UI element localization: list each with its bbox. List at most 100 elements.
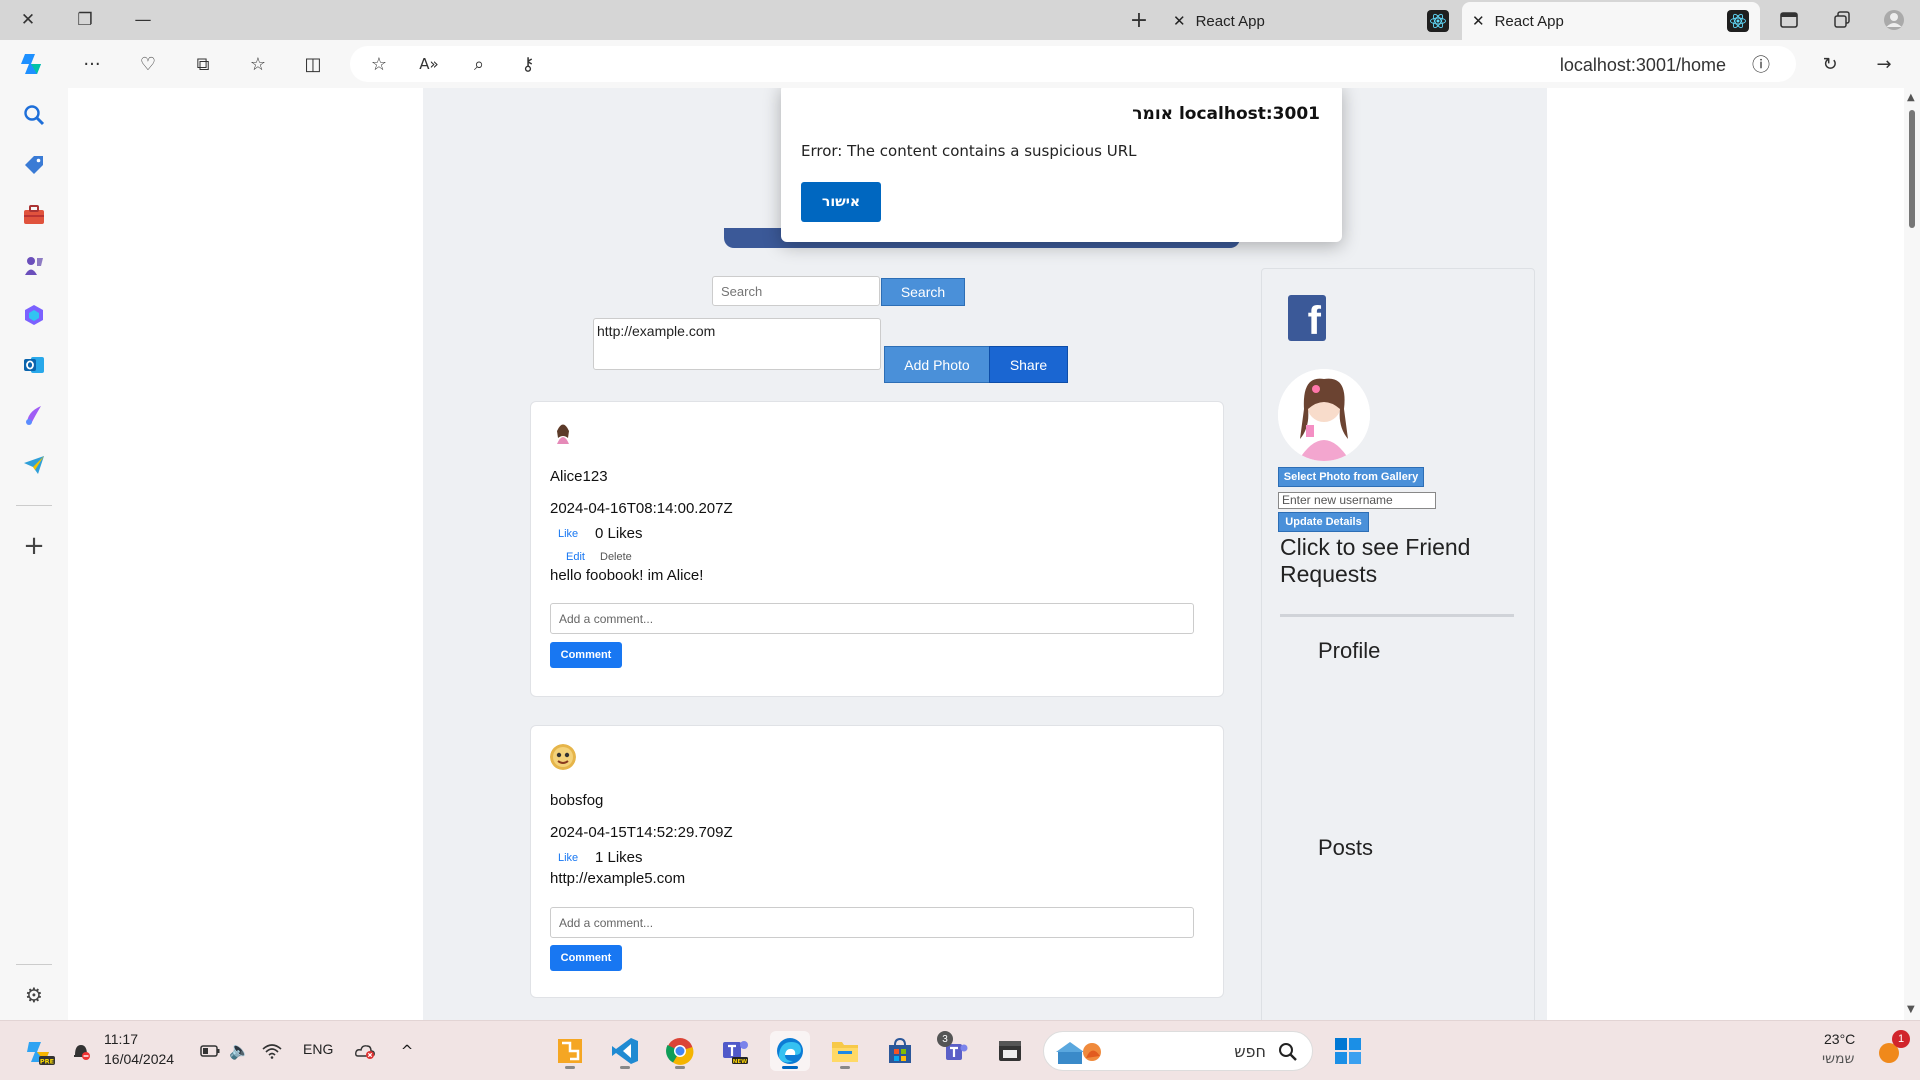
tools-briefcase-icon[interactable] <box>20 201 48 229</box>
post-username[interactable]: bobsfog <box>550 792 603 809</box>
weather-description[interactable]: שמשי <box>1822 1051 1854 1067</box>
comment-input[interactable]: Add a comment... <box>550 603 1194 634</box>
copilot-preview-icon[interactable]: PRE <box>20 1031 60 1071</box>
close-window-icon[interactable]: ✕ <box>13 5 43 35</box>
browser-tab-strip: ✕ ❐ — + ✕ React App ✕ React App <box>0 0 1920 40</box>
react-favicon-icon <box>1427 10 1449 32</box>
do-not-disturb-icon[interactable] <box>66 1031 96 1071</box>
outlook-icon[interactable] <box>20 351 48 379</box>
input-language[interactable]: ENG <box>303 1041 333 1057</box>
post-avatar[interactable] <box>550 744 576 770</box>
read-aloud-icon[interactable]: A» <box>414 49 444 79</box>
clock-time[interactable]: 11:17 <box>104 1031 138 1047</box>
edit-post-button[interactable]: Edit <box>566 551 585 563</box>
teams-notification-badge: 3 <box>937 1031 953 1047</box>
show-hidden-icons-chevron-icon[interactable]: ^ <box>394 1031 420 1071</box>
web-page: Search http://example.com Add Photo Shar… <box>68 88 1904 1020</box>
split-screen-icon[interactable] <box>1774 5 1804 35</box>
panel-divider <box>1280 614 1514 617</box>
vscode-app-icon[interactable] <box>605 1031 645 1071</box>
add-photo-button[interactable]: Add Photo <box>884 346 990 383</box>
notifications-icon[interactable]: 1 <box>1870 1030 1910 1071</box>
close-tab-icon[interactable]: ✕ <box>1173 12 1186 30</box>
facebook-logo-icon: f <box>1288 295 1326 341</box>
new-tab-icon[interactable]: + <box>1124 5 1154 35</box>
scroll-down-icon[interactable]: ▼ <box>1907 1004 1915 1015</box>
teams-app-icon[interactable]: 3 <box>935 1031 975 1071</box>
clock-date[interactable]: 16/04/2024 <box>104 1051 174 1067</box>
games-icon[interactable] <box>20 251 48 279</box>
forward-icon[interactable]: → <box>1869 49 1899 79</box>
app-active-indicator <box>782 1066 798 1069</box>
alert-ok-button[interactable]: אישור <box>801 182 881 222</box>
select-photo-gallery-button[interactable]: Select Photo from Gallery <box>1278 467 1424 487</box>
friend-requests-link[interactable]: Click to see Friend Requests <box>1280 534 1520 588</box>
split-view-icon[interactable]: ◫ <box>298 49 328 79</box>
browser-essentials-icon[interactable]: ♡ <box>133 49 163 79</box>
copilot-icon[interactable] <box>18 49 48 79</box>
comment-button[interactable]: Comment <box>550 945 622 971</box>
jetbrains-app-icon[interactable] <box>550 1031 590 1071</box>
new-username-input[interactable]: Enter new username <box>1278 492 1436 509</box>
search-input[interactable] <box>712 276 880 306</box>
alert-title: localhost:3001 אומר <box>1132 104 1320 124</box>
windows-start-icon[interactable] <box>1328 1031 1368 1071</box>
key-icon[interactable]: ⚷ <box>513 49 543 79</box>
volume-icon[interactable]: 🔈 <box>227 1031 253 1071</box>
add-favorite-icon[interactable]: ☆ <box>364 49 394 79</box>
file-explorer-app-icon[interactable] <box>825 1031 865 1071</box>
favorites-list-icon[interactable]: ☆ <box>243 49 273 79</box>
collections-icon[interactable] <box>1827 5 1857 35</box>
search-button[interactable]: Search <box>881 278 965 306</box>
telegram-send-icon[interactable] <box>20 451 48 479</box>
page-scrollbar[interactable]: ▲ ▼ <box>1904 88 1920 1020</box>
onedrive-error-icon[interactable] <box>353 1031 379 1071</box>
chrome-app-icon[interactable] <box>660 1031 700 1071</box>
profile-picture[interactable] <box>1278 369 1370 461</box>
edge-app-icon[interactable] <box>770 1031 810 1071</box>
update-details-button[interactable]: Update Details <box>1278 512 1369 532</box>
magnifier-icon <box>1279 1043 1297 1061</box>
battery-icon[interactable] <box>197 1031 223 1071</box>
weather-temperature[interactable]: 23°C <box>1824 1031 1855 1047</box>
profile-avatar-icon[interactable] <box>1879 5 1909 35</box>
post-avatar[interactable] <box>550 420 576 446</box>
address-bar[interactable]: ☆ A» ⌕ ⚷ localhost:3001/home ⓘ <box>350 46 1796 82</box>
teams-new-app-icon[interactable]: NEW <box>715 1031 755 1071</box>
app-running-indicator <box>565 1066 575 1069</box>
profile-heading[interactable]: Profile <box>1318 638 1380 664</box>
designer-icon[interactable] <box>20 401 48 429</box>
like-button[interactable]: Like <box>558 852 578 864</box>
delete-post-button[interactable]: Delete <box>600 551 632 563</box>
add-sidebar-app-icon[interactable]: + <box>20 531 48 561</box>
microsoft-store-app-icon[interactable] <box>880 1031 920 1071</box>
refresh-icon[interactable]: ↻ <box>1815 49 1845 79</box>
posts-heading[interactable]: Posts <box>1318 835 1373 861</box>
tab-actions-icon[interactable]: ❐ <box>70 5 100 35</box>
settings-gear-icon[interactable]: ⚙ <box>20 981 48 1009</box>
comment-button[interactable]: Comment <box>550 642 622 668</box>
post-content: hello foobook! im Alice! <box>550 567 704 584</box>
tab-react-app-1[interactable]: ✕ React App <box>1163 2 1449 40</box>
close-tab-icon[interactable]: ✕ <box>1472 12 1485 30</box>
taskbar-search-box[interactable]: חפש <box>1043 1031 1313 1071</box>
workspaces-icon[interactable]: ⧉ <box>188 49 218 79</box>
scroll-up-icon[interactable]: ▲ <box>1907 92 1915 103</box>
share-button[interactable]: Share <box>989 346 1068 383</box>
search-icon[interactable] <box>20 101 48 129</box>
scroll-thumb[interactable] <box>1909 110 1915 228</box>
photo-url-input[interactable]: http://example.com <box>593 318 881 370</box>
wifi-icon[interactable] <box>259 1031 285 1071</box>
terminal-app-icon[interactable] <box>990 1031 1030 1071</box>
shopping-tag-icon[interactable] <box>20 151 48 179</box>
microsoft-365-icon[interactable] <box>20 301 48 329</box>
zoom-icon[interactable]: ⌕ <box>464 49 494 79</box>
post-username[interactable]: Alice123 <box>550 468 608 485</box>
minimize-icon[interactable]: — <box>128 5 158 35</box>
taskbar-search-placeholder: חפש <box>1234 1042 1266 1061</box>
site-info-icon[interactable]: ⓘ <box>1746 49 1776 79</box>
more-options-icon[interactable]: ··· <box>77 49 107 79</box>
comment-input[interactable]: Add a comment... <box>550 907 1194 938</box>
tab-react-app-2[interactable]: ✕ React App <box>1462 2 1760 40</box>
like-button[interactable]: Like <box>558 528 578 540</box>
